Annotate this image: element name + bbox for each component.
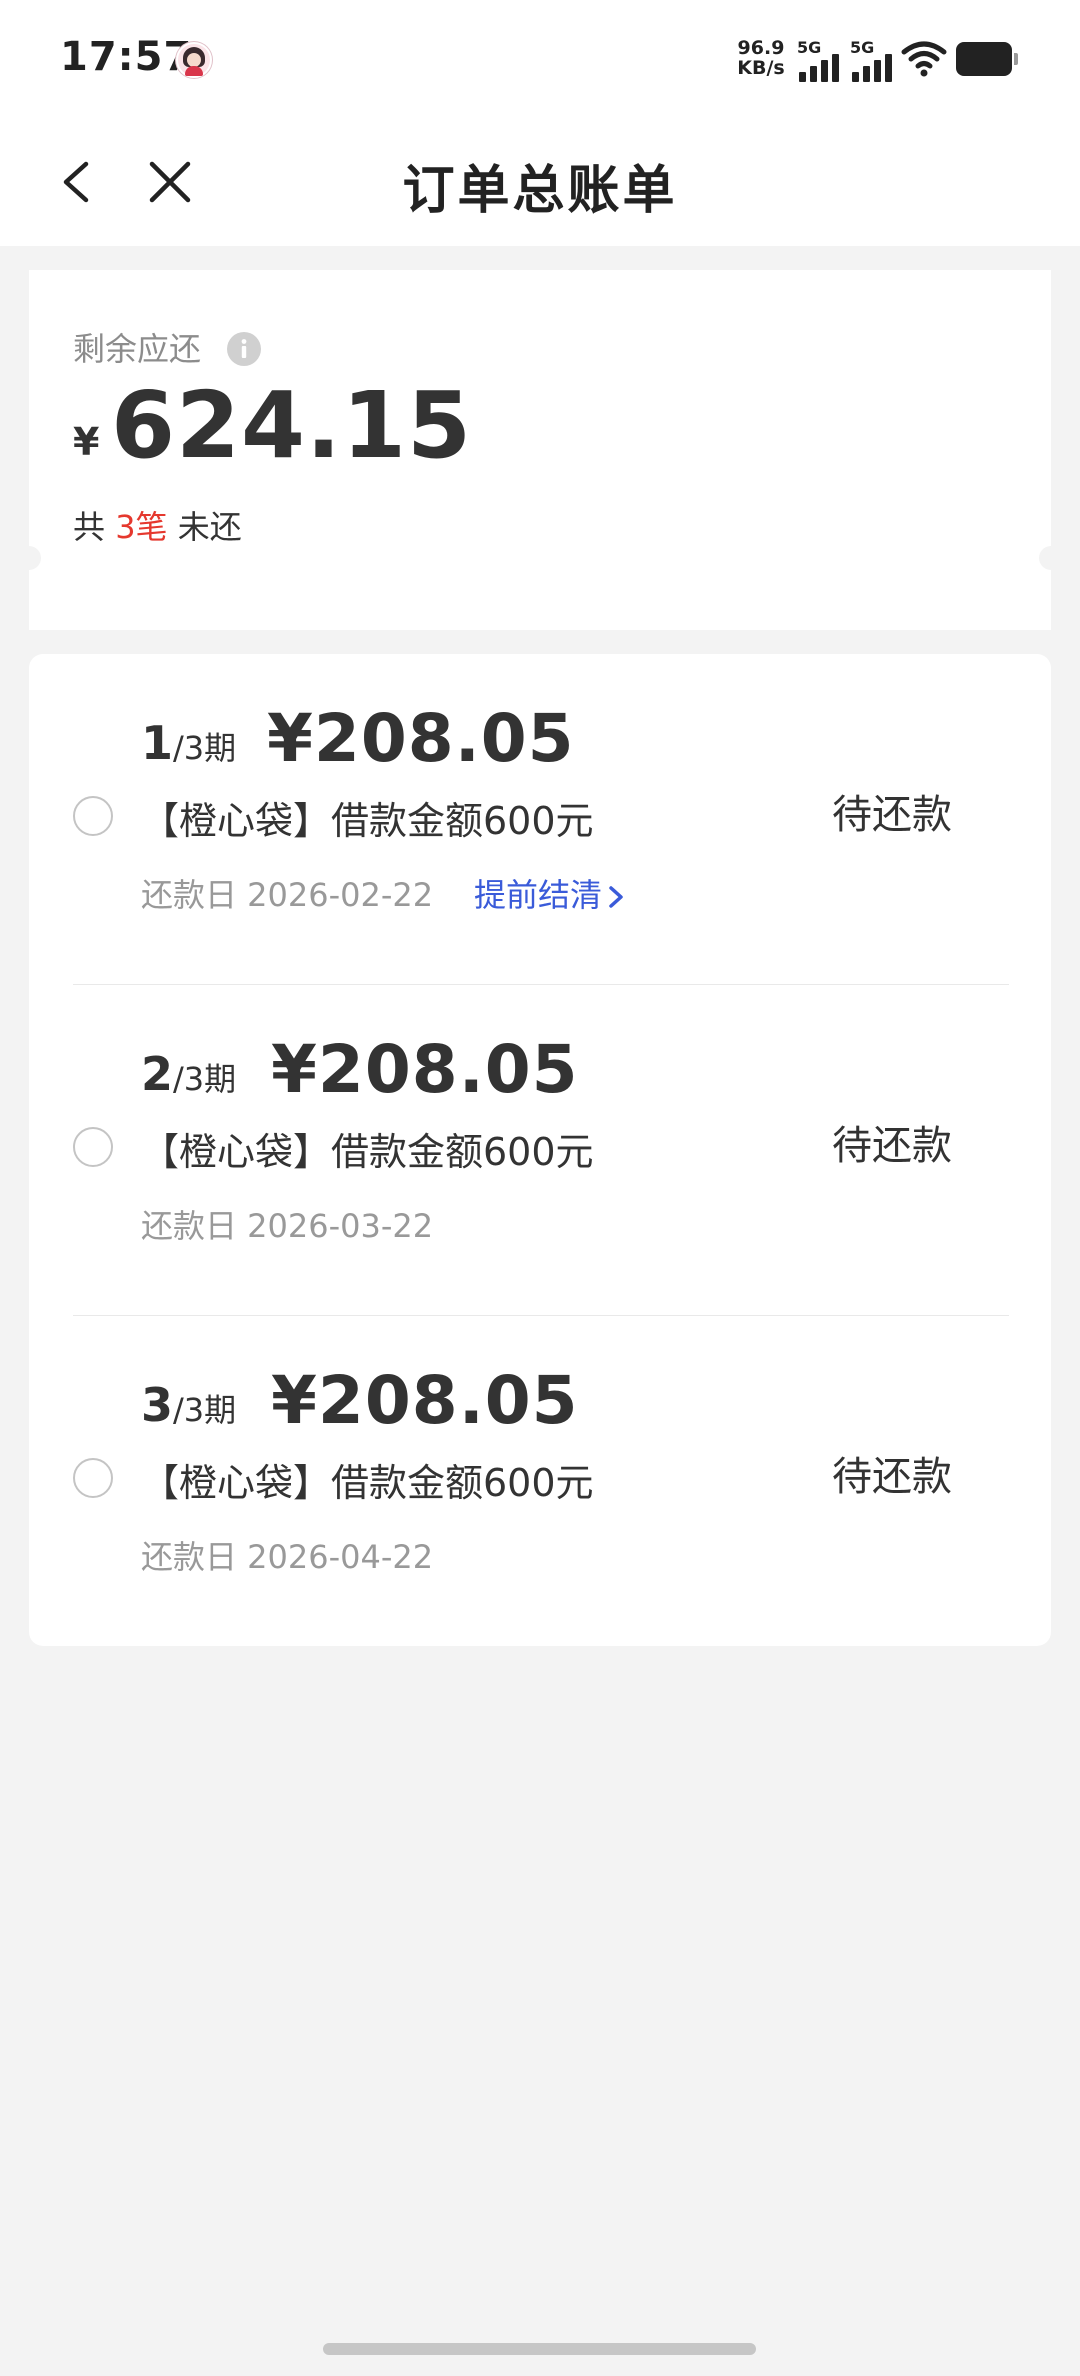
info-icon[interactable] [227,332,261,366]
bill-list: 1/3期 ¥208.05 【橙心袋】借款金额600元 还款日 2026-02-2… [29,654,1051,1646]
notification-avatar-icon [176,42,212,78]
remaining-amount: 624.15 [111,372,473,479]
card-notch [1039,546,1063,570]
nav-bar: 订单总账单 [0,116,1080,246]
bill-row[interactable]: 1/3期 ¥208.05 【橙心袋】借款金额600元 还款日 2026-02-2… [29,654,1051,985]
unpaid-count-value: 3笔 [115,508,168,546]
select-radio[interactable] [73,1458,113,1498]
early-settle-link[interactable]: 提前结清 [474,870,626,916]
period-current: 1 [141,716,174,770]
signal-5g-icon: 5G [797,38,845,82]
network-speed-value: 96.9 [737,37,785,59]
currency-symbol: ¥ [73,420,100,464]
period-total: /3期 [173,1391,237,1429]
due-date: 还款日 2026-03-22 [141,1207,434,1245]
due-date: 还款日 2026-02-22 [141,876,434,914]
unpaid-count: 共 3笔 未还 [73,502,242,548]
status-bar: 17:57 96.9 KB/s 5G 5G [0,0,1080,116]
period-current: 3 [141,1378,174,1432]
period-total: /3期 [173,729,237,767]
card-notch [17,546,41,570]
period-total: /3期 [173,1060,237,1098]
network-speed-unit: KB/s [737,57,785,79]
page-title: 订单总账单 [402,161,678,221]
installment-amount: ¥208.05 [271,1031,579,1108]
installment-amount: ¥208.05 [267,700,575,777]
select-radio[interactable] [73,796,113,836]
unpaid-count-prefix: 共 [73,508,106,546]
status-text: 待还款 [832,792,952,838]
summary-card: 剩余应还 ¥ 624.15 共 3笔 未还 [17,270,1063,630]
loan-description: 【橙心袋】借款金额600元 [141,1130,594,1174]
bill-row[interactable]: 2/3期 ¥208.05 【橙心袋】借款金额600元 还款日 2026-03-2… [29,985,1051,1316]
battery-icon [956,42,1018,76]
chevron-right-icon [609,886,623,908]
period-label: 1/3期 [141,716,236,770]
installment-amount: ¥208.05 [271,1362,579,1439]
wifi-icon [901,41,947,77]
period-label: 2/3期 [141,1047,236,1101]
signal-5g-icon: 5G [850,38,898,82]
unpaid-count-suffix: 未还 [177,508,242,546]
bill-row[interactable]: 3/3期 ¥208.05 【橙心袋】借款金额600元 还款日 2026-04-2… [29,1316,1051,1647]
network-speed: 96.9 KB/s [734,38,788,78]
status-text: 待还款 [832,1454,952,1500]
home-indicator[interactable] [323,2343,756,2355]
loan-description: 【橙心袋】借款金额600元 [141,799,594,843]
period-label: 3/3期 [141,1378,236,1432]
period-current: 2 [141,1047,174,1101]
status-time: 17:57 [60,34,193,80]
loan-description: 【橙心袋】借款金额600元 [141,1461,594,1505]
status-text: 待还款 [832,1123,952,1169]
remaining-label: 剩余应还 [73,330,202,368]
early-settle-label: 提前结清 [474,876,603,914]
select-radio[interactable] [73,1127,113,1167]
due-date: 还款日 2026-04-22 [141,1538,434,1576]
